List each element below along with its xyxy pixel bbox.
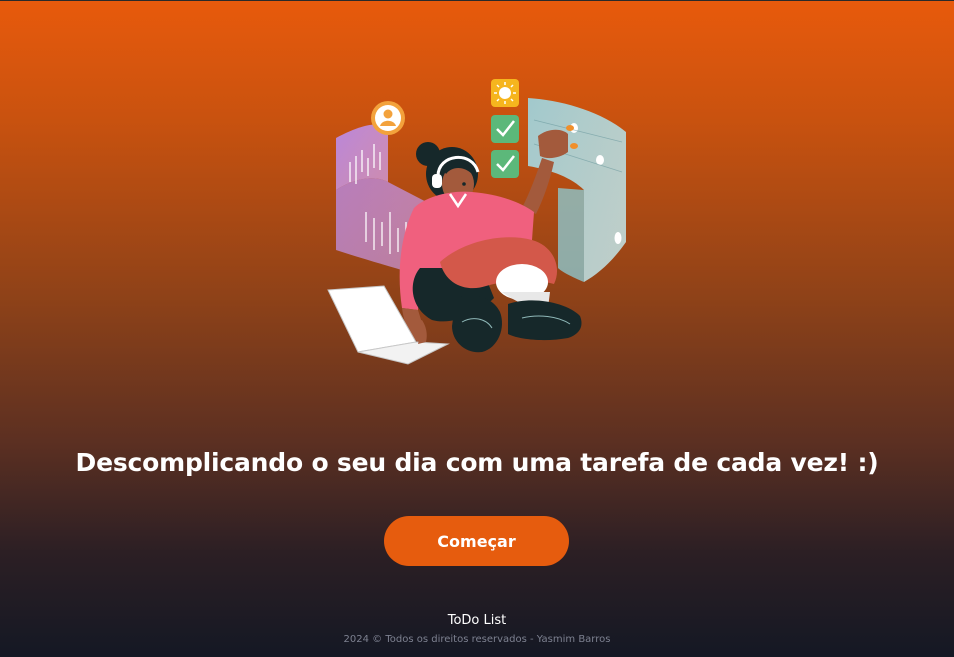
footer-copyright: 2024 © Todos os direitos reservados - Ya… — [343, 634, 611, 645]
footer: ToDo List 2024 © Todos os direitos reser… — [0, 612, 954, 648]
character-shoes — [452, 295, 582, 353]
start-button[interactable]: Começar — [384, 516, 569, 566]
sun-icon — [491, 79, 519, 107]
checkmark-icon — [491, 150, 519, 178]
window-top-border — [0, 0, 954, 1]
hero-illustration — [322, 72, 634, 368]
user-icon — [371, 101, 405, 135]
footer-title: ToDo List — [447, 613, 507, 628]
tagline: Descomplicando o seu dia com uma tarefa … — [75, 448, 879, 477]
checkmark-icon — [491, 115, 519, 143]
